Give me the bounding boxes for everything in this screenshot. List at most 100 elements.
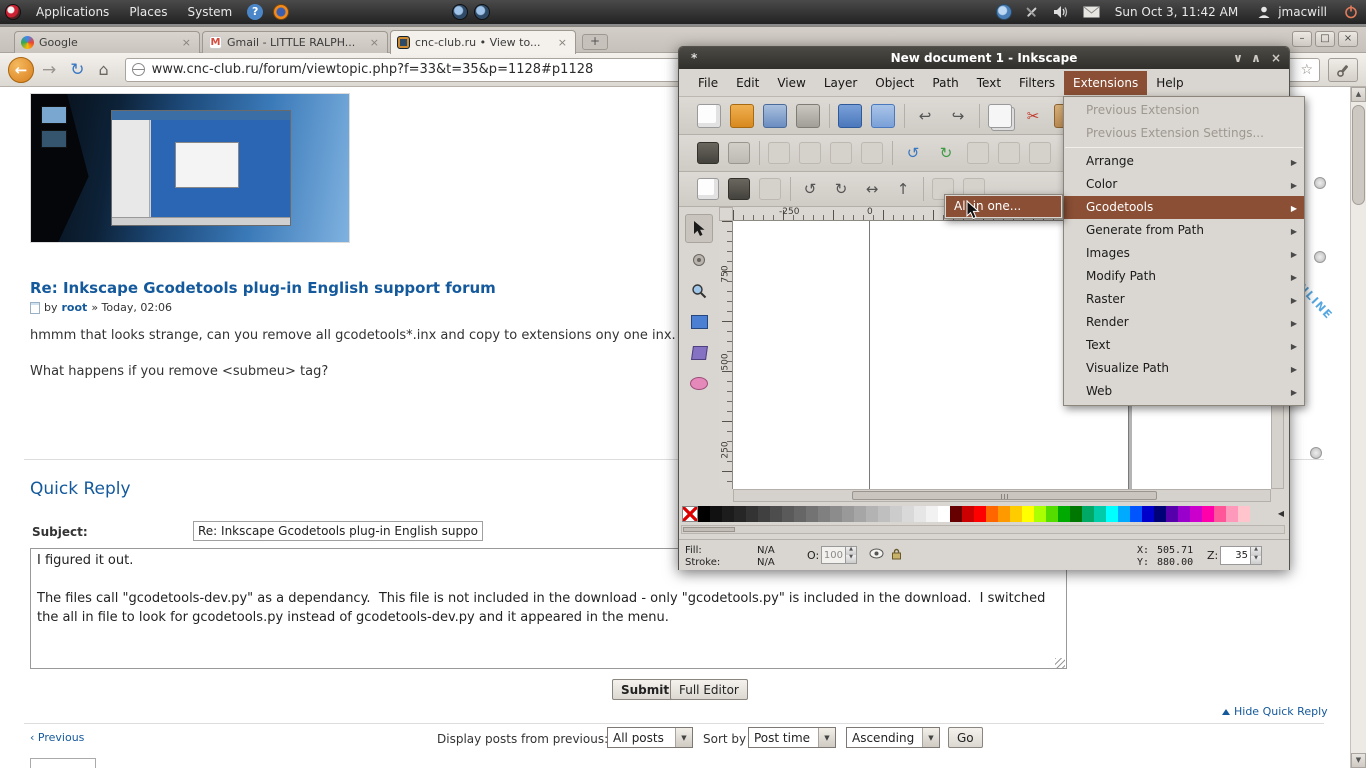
submit-button[interactable]: Submit bbox=[612, 679, 679, 700]
palette-swatch[interactable] bbox=[854, 506, 866, 522]
opacity-spinner[interactable]: 100 ▲ ▼ bbox=[821, 546, 857, 564]
palette-swatch[interactable] bbox=[806, 506, 818, 522]
export-icon[interactable] bbox=[871, 103, 895, 128]
forum-side-icon[interactable] bbox=[1314, 251, 1326, 263]
copy-icon[interactable] bbox=[988, 103, 1012, 128]
resize-grip-icon[interactable] bbox=[1055, 658, 1065, 668]
unshade-icon[interactable]: ∧ bbox=[1247, 47, 1265, 69]
palette-swatch[interactable] bbox=[1118, 506, 1130, 522]
palette-swatch[interactable] bbox=[902, 506, 914, 522]
tweak-tool[interactable] bbox=[685, 245, 713, 274]
system-tools-icon[interactable] bbox=[1024, 5, 1039, 20]
palette-swatch[interactable] bbox=[746, 506, 758, 522]
palette-swatch[interactable] bbox=[998, 506, 1010, 522]
distro-logo-icon[interactable] bbox=[5, 4, 21, 20]
palette-swatch[interactable] bbox=[1022, 506, 1034, 522]
bookmark-star-icon[interactable]: ☆ bbox=[1300, 62, 1313, 78]
system-menu[interactable]: System bbox=[177, 0, 242, 24]
places-menu[interactable]: Places bbox=[119, 0, 177, 24]
tab-close-icon[interactable]: × bbox=[556, 36, 569, 49]
canvas-hscrollbar[interactable] bbox=[733, 489, 1271, 502]
scrollbar-thumb[interactable] bbox=[683, 527, 735, 532]
palette-swatch[interactable] bbox=[1202, 506, 1214, 522]
tab-cnc-club[interactable]: cnc-club.ru • View to... × bbox=[390, 30, 576, 54]
tab-close-icon[interactable]: × bbox=[368, 36, 381, 49]
post-attachment-image[interactable] bbox=[30, 93, 350, 243]
order-select[interactable]: Ascending ▼ bbox=[846, 727, 940, 748]
palette-swatch[interactable] bbox=[1094, 506, 1106, 522]
redo-icon[interactable]: ↪ bbox=[946, 104, 970, 128]
cut-icon[interactable]: ✂ bbox=[1021, 104, 1045, 128]
maximize-button[interactable]: □ bbox=[1315, 31, 1335, 47]
shade-icon[interactable]: ∨ bbox=[1229, 47, 1247, 69]
network-status-icon[interactable] bbox=[995, 4, 1012, 20]
menu-item-visualize-path[interactable]: Visualize Path ▶ bbox=[1064, 357, 1304, 380]
no-color-swatch[interactable] bbox=[682, 506, 698, 522]
layer-lock-icon[interactable] bbox=[891, 548, 902, 563]
spinner-arrows-icon[interactable]: ▲ ▼ bbox=[845, 547, 856, 563]
stroke-value[interactable]: N/A bbox=[757, 557, 775, 568]
open-icon[interactable] bbox=[730, 103, 754, 128]
palette-swatch[interactable] bbox=[1214, 506, 1226, 522]
raise-icon[interactable]: ↑ bbox=[892, 178, 914, 200]
power-icon[interactable] bbox=[1344, 5, 1358, 19]
palette-swatch[interactable] bbox=[938, 506, 950, 522]
palette-swatch[interactable] bbox=[1082, 506, 1094, 522]
menu-help[interactable]: Help bbox=[1147, 71, 1192, 95]
sort-select[interactable]: Post time ▼ bbox=[748, 727, 836, 748]
scrollbar-thumb[interactable] bbox=[1352, 105, 1365, 205]
undo-icon[interactable]: ↩ bbox=[913, 104, 937, 128]
palette-swatch[interactable] bbox=[818, 506, 830, 522]
scrollbar-thumb[interactable] bbox=[852, 491, 1157, 500]
scroll-down-icon[interactable]: ▼ bbox=[1351, 753, 1366, 768]
palette-swatch[interactable] bbox=[782, 506, 794, 522]
clock[interactable]: Sun Oct 3, 11:42 AM bbox=[1115, 0, 1238, 24]
select-all-icon[interactable] bbox=[697, 142, 719, 164]
menu-item-web[interactable]: Web ▶ bbox=[1064, 380, 1304, 403]
full-editor-button[interactable]: Full Editor bbox=[670, 679, 748, 700]
palette-swatch[interactable] bbox=[1058, 506, 1070, 522]
volume-icon[interactable] bbox=[1053, 5, 1069, 19]
post-title-link[interactable]: Re: Inkscape Gcodetools plug-in English … bbox=[30, 279, 496, 297]
palette-swatch[interactable] bbox=[734, 506, 746, 522]
palette-swatch[interactable] bbox=[1106, 506, 1118, 522]
menu-item-all-in-one[interactable]: All in one... bbox=[946, 196, 1061, 217]
menu-item-raster[interactable]: Raster ▶ bbox=[1064, 288, 1304, 311]
palette-swatch[interactable] bbox=[1070, 506, 1082, 522]
applications-menu[interactable]: Applications bbox=[26, 0, 119, 24]
palette-scroll-left-icon[interactable]: ◀ bbox=[1278, 509, 1284, 518]
spinner-arrows-icon[interactable]: ▲ ▼ bbox=[1250, 547, 1261, 564]
palette-swatch[interactable] bbox=[914, 506, 926, 522]
browser-menu-button[interactable] bbox=[1328, 57, 1358, 82]
menu-text[interactable]: Text bbox=[968, 71, 1010, 95]
tab-close-icon[interactable]: × bbox=[180, 36, 193, 49]
menu-item-text[interactable]: Text ▶ bbox=[1064, 334, 1304, 357]
new-tab-button[interactable]: + bbox=[582, 34, 608, 50]
menu-item-arrange[interactable]: Arrange ▶ bbox=[1064, 150, 1304, 173]
scroll-up-icon[interactable]: ▲ bbox=[1351, 87, 1366, 102]
palette-scrollbar[interactable] bbox=[681, 525, 1285, 534]
selection-option-icon[interactable] bbox=[728, 142, 750, 164]
browser-launcher-icon[interactable] bbox=[273, 4, 290, 20]
save-icon[interactable] bbox=[763, 103, 787, 128]
zoom-spinner[interactable]: 35 ▲ ▼ bbox=[1220, 546, 1262, 565]
menu-layer[interactable]: Layer bbox=[815, 71, 866, 95]
menu-item-color[interactable]: Color ▶ bbox=[1064, 173, 1304, 196]
layer-visibility-eye-icon[interactable] bbox=[869, 548, 884, 562]
close-button[interactable]: × bbox=[1338, 31, 1358, 47]
palette-swatch[interactable] bbox=[974, 506, 986, 522]
inkscape-titlebar[interactable]: * New document 1 - Inkscape ∨ ∧ × bbox=[679, 47, 1289, 69]
palette-swatch[interactable] bbox=[962, 506, 974, 522]
menu-edit[interactable]: Edit bbox=[727, 71, 768, 95]
palette-swatch[interactable] bbox=[890, 506, 902, 522]
palette-swatch[interactable] bbox=[1142, 506, 1154, 522]
menu-item-generate-from-path[interactable]: Generate from Path ▶ bbox=[1064, 219, 1304, 242]
palette-swatch[interactable] bbox=[698, 506, 710, 522]
new-document-icon[interactable] bbox=[697, 103, 721, 128]
menu-view[interactable]: View bbox=[768, 71, 814, 95]
home-button[interactable]: ⌂ bbox=[99, 60, 109, 79]
forward-button[interactable]: → bbox=[42, 60, 56, 80]
ellipse-tool[interactable] bbox=[685, 369, 713, 398]
user-menu[interactable]: jmacwill bbox=[1278, 0, 1327, 24]
close-icon[interactable]: × bbox=[1267, 47, 1285, 69]
